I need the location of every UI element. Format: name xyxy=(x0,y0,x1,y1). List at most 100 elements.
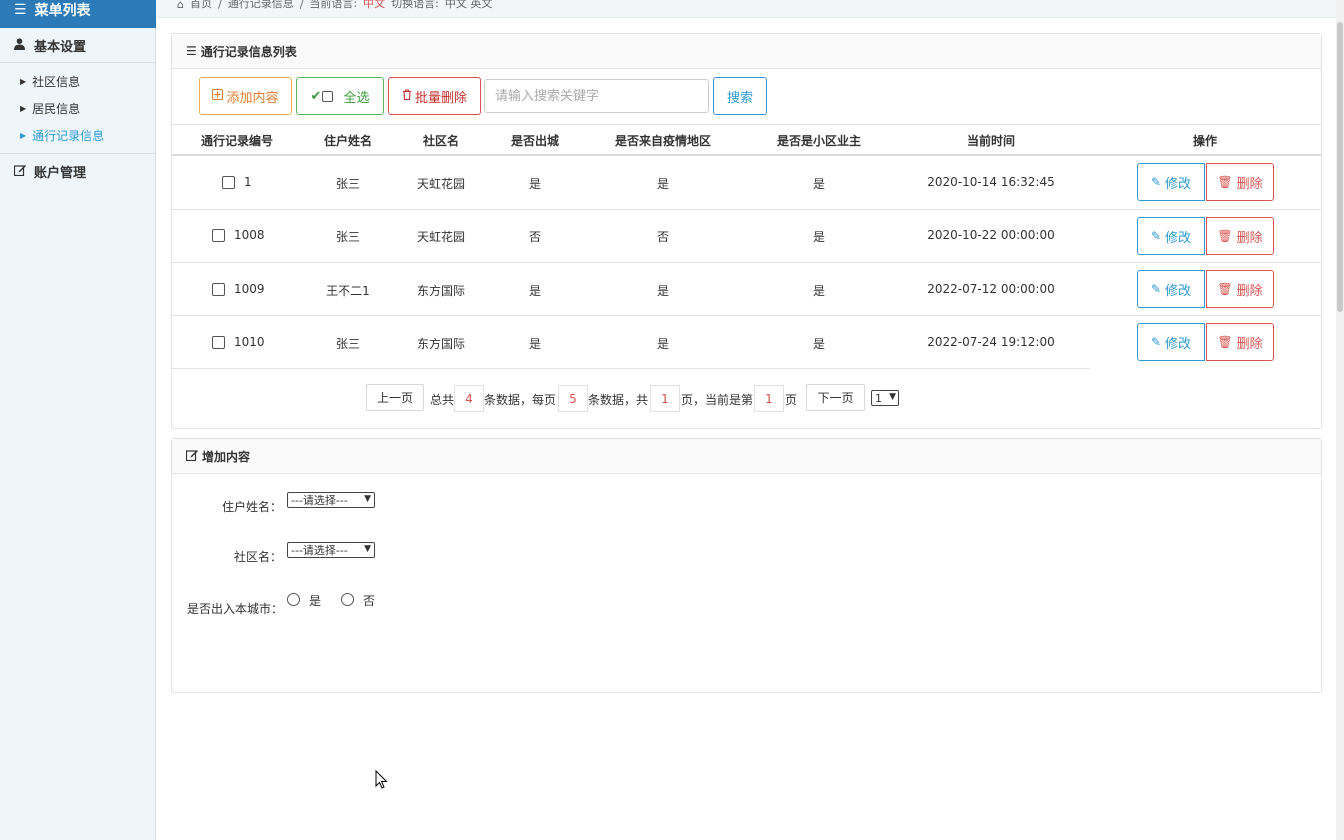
list-panel-title: 通行记录信息列表 xyxy=(200,44,297,59)
cell-record-id: 1008 xyxy=(234,228,265,242)
edit-icon: ✎ xyxy=(1150,282,1162,296)
edit-label: 修改 xyxy=(1165,283,1192,299)
add-content-panel: 增加内容 xyxy=(171,438,1322,693)
breadcrumb-current: 通行记录信息 xyxy=(227,0,294,10)
total-prefix: 总共 xyxy=(430,393,455,407)
sidebar-item-label: 社区信息 xyxy=(32,74,81,89)
trash-icon: 🗑 xyxy=(1217,175,1233,189)
delete-label: 删除 xyxy=(1236,176,1263,192)
add-content-button[interactable]: 添加内容 xyxy=(199,77,292,115)
breadcrumb-home[interactable]: 首页 xyxy=(190,0,212,11)
sidebar-item-label: 居民信息 xyxy=(32,101,81,116)
resident-name-select[interactable]: ---请选择--- ▼ xyxy=(287,492,375,508)
cell-time: 2020-10-22 00:00:00 xyxy=(927,228,1055,242)
row-checkbox[interactable] xyxy=(222,176,235,189)
edit-icon: ✎ xyxy=(1150,335,1162,349)
table-top-border xyxy=(172,124,1321,125)
delete-button[interactable]: 🗑 删除 xyxy=(1206,163,1274,201)
per-page-prefix: 条数据，每页 xyxy=(484,393,557,407)
sidebar-divider xyxy=(0,62,156,63)
user-icon xyxy=(14,37,28,53)
list-panel-heading: ☰ 通行记录信息列表 xyxy=(172,34,1321,69)
edit-label: 修改 xyxy=(1165,336,1192,352)
edit-icon: ✎ xyxy=(1150,175,1162,189)
cell-owner: 是 xyxy=(812,177,826,191)
out-city-yes-radio[interactable] xyxy=(287,593,300,606)
column-header-resident-name: 住户姓名 xyxy=(323,134,373,148)
caret-right-icon: ▶ xyxy=(20,76,27,86)
edit-label: 修改 xyxy=(1165,230,1192,246)
resident-name-select-value: ---请选择--- xyxy=(291,494,348,507)
prev-page-button[interactable]: 上一页 xyxy=(366,384,424,411)
list-icon: ☰ xyxy=(14,2,27,18)
edit-button[interactable]: ✎ 修改 xyxy=(1137,323,1205,361)
plus-square-icon xyxy=(212,88,224,104)
row-divider xyxy=(172,262,1321,263)
edit-button[interactable]: ✎ 修改 xyxy=(1137,217,1205,255)
select-all-checkbox[interactable] xyxy=(322,90,334,102)
prev-page-label: 上一页 xyxy=(376,391,413,405)
trash-icon: 🗑 xyxy=(1217,229,1233,243)
delete-button[interactable]: 🗑 删除 xyxy=(1206,217,1274,255)
cell-resident-name: 张三 xyxy=(335,337,361,351)
cell-epidemic-area: 是 xyxy=(656,284,670,298)
breadcrumb: ⌂ 首页 / 通行记录信息 / 当前语言: 中文 切换语言: 中文 英文 xyxy=(157,0,1337,18)
cell-owner: 是 xyxy=(812,284,826,298)
page-select[interactable]: 1 ▼ xyxy=(871,390,899,406)
row-divider xyxy=(172,209,1321,210)
column-header-community: 社区名 xyxy=(422,134,460,148)
sidebar-group-account-management[interactable]: 账户管理 xyxy=(0,154,156,188)
caret-right-icon: ▶ xyxy=(20,130,27,140)
sidebar-item-label: 通行记录信息 xyxy=(32,128,105,143)
current-prefix: 页，当前是第 xyxy=(681,393,754,407)
column-header-out-city: 是否出城 xyxy=(510,134,560,148)
breadcrumb-separator: / xyxy=(299,0,304,11)
trash-icon: 🗑 xyxy=(1217,335,1233,349)
edit-button[interactable]: ✎ 修改 xyxy=(1137,163,1205,201)
select-all-button[interactable]: ✔ 全选 xyxy=(296,77,384,115)
delete-button[interactable]: 🗑 删除 xyxy=(1206,323,1274,361)
menu-header: ☰ 菜单列表 xyxy=(0,0,156,28)
edit-icon xyxy=(185,449,198,464)
column-header-epidemic-area: 是否来自疫情地区 xyxy=(614,134,712,148)
breadcrumb-separator: / xyxy=(217,0,222,11)
table-header-border xyxy=(172,154,1321,156)
check-icon: ✔ xyxy=(310,88,322,104)
add-content-panel-heading: 增加内容 xyxy=(172,439,1321,474)
delete-button[interactable]: 🗑 删除 xyxy=(1206,270,1274,308)
menu-header-label: 菜单列表 xyxy=(34,3,91,19)
pages-prefix: 条数据，共 xyxy=(588,393,649,407)
cell-time: 2022-07-12 00:00:00 xyxy=(927,282,1055,296)
cell-community: 东方国际 xyxy=(416,284,466,298)
total-count: 4 xyxy=(454,385,484,412)
cell-time: 2020-10-14 16:32:45 xyxy=(927,175,1055,189)
edit-button[interactable]: ✎ 修改 xyxy=(1137,270,1205,308)
out-city-no-radio[interactable] xyxy=(341,593,354,606)
scrollbar-thumb[interactable] xyxy=(1337,22,1343,312)
edit-icon: ✎ xyxy=(1150,229,1162,243)
sidebar-item-access-records[interactable]: ▶ 通行记录信息 xyxy=(0,124,156,146)
community-select[interactable]: ---请选择--- ▼ xyxy=(287,542,375,558)
row-checkbox[interactable] xyxy=(212,229,225,242)
search-button[interactable]: 搜索 xyxy=(713,77,767,115)
list-icon: ☰ xyxy=(186,44,197,58)
cell-community: 天虹花园 xyxy=(416,230,466,244)
sidebar-item-resident-info[interactable]: ▶ 居民信息 xyxy=(0,97,156,119)
row-checkbox[interactable] xyxy=(212,336,225,349)
sidebar-item-community-info[interactable]: ▶ 社区信息 xyxy=(0,70,156,92)
row-checkbox[interactable] xyxy=(212,283,225,296)
switch-language-options[interactable]: 中文 英文 xyxy=(445,0,493,11)
cell-resident-name: 张三 xyxy=(335,230,361,244)
per-page-count: 5 xyxy=(558,385,588,412)
vertical-scrollbar[interactable] xyxy=(1336,0,1344,840)
cell-community: 东方国际 xyxy=(416,337,466,351)
batch-delete-button[interactable]: 批量删除 xyxy=(388,77,481,115)
sidebar-group-basic-settings[interactable]: 基本设置 xyxy=(0,28,156,62)
column-header-time: 当前时间 xyxy=(966,134,1016,148)
cell-resident-name: 王不二1 xyxy=(326,284,370,298)
cell-owner: 是 xyxy=(812,230,826,244)
next-page-button[interactable]: 下一页 xyxy=(806,384,865,411)
batch-delete-label: 批量删除 xyxy=(414,90,467,106)
search-input[interactable] xyxy=(484,79,709,113)
cell-out-city: 是 xyxy=(528,337,542,351)
